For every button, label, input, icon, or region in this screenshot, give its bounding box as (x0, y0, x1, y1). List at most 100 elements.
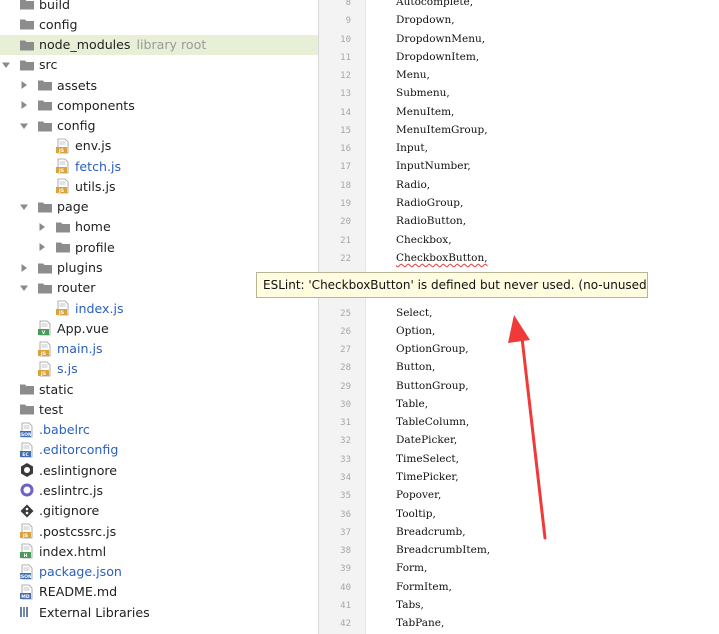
tree-item-s-js[interactable]: JS s.js (0, 359, 318, 379)
tree-item-eslintrc-js[interactable]: .eslintrc.js (0, 480, 318, 500)
code-line[interactable]: Select, (396, 307, 432, 319)
tree-item-src[interactable]: src (0, 55, 318, 75)
folder-icon (37, 97, 53, 113)
tree-item-label: main.js (57, 341, 103, 357)
code-line[interactable]: FormItem, (396, 581, 452, 593)
tree-item-label: src (39, 57, 58, 73)
code-line[interactable]: OptionGroup, (396, 343, 469, 355)
js-file-icon: JS (55, 138, 71, 154)
code-line[interactable]: Checkbox, (396, 234, 452, 246)
tree-item-readme-md[interactable]: MD README.md (0, 582, 318, 602)
tree-item-main-js[interactable]: JS main.js (0, 339, 318, 359)
code-line[interactable]: Tooltip, (396, 508, 436, 520)
tree-item-components[interactable]: components (0, 95, 318, 115)
tree-item-static[interactable]: static (0, 379, 318, 399)
line-number: 9 (345, 16, 351, 27)
code-line[interactable]: Button, (396, 361, 435, 373)
line-number: 19 (340, 198, 351, 209)
tree-item-index-js[interactable]: JS index.js (0, 298, 318, 318)
tree-item-app-vue[interactable]: V App.vue (0, 318, 318, 338)
collapse-arrow-icon[interactable] (19, 202, 29, 212)
code-line[interactable]: Tabs, (396, 599, 424, 611)
code-line[interactable]: TableColumn, (396, 416, 469, 428)
code-line[interactable]: MenuItemGroup, (396, 124, 488, 136)
tree-item-label: config (39, 16, 78, 32)
line-number: 22 (340, 253, 351, 264)
code-line[interactable]: Input, (396, 142, 428, 154)
code-line[interactable]: Table, (396, 398, 428, 410)
code-line[interactable]: Form, (396, 562, 427, 574)
code-line[interactable]: Submenu, (396, 87, 450, 99)
code-line[interactable]: DropdownMenu, (396, 33, 485, 45)
code-line[interactable]: TimeSelect, (396, 453, 459, 465)
svg-text:JS: JS (40, 351, 46, 357)
tree-item-page[interactable]: page (0, 197, 318, 217)
tree-item-config[interactable]: config (0, 116, 318, 136)
collapse-arrow-icon[interactable] (1, 60, 11, 70)
arrow-spacer (37, 303, 47, 313)
code-line[interactable]: TabPane, (396, 617, 444, 629)
arrow-spacer (1, 485, 11, 495)
tree-item-eslintignore[interactable]: .eslintignore (0, 460, 318, 480)
code-line[interactable]: BreadcrumbItem, (396, 544, 490, 556)
code-line[interactable]: Option, (396, 325, 435, 337)
collapse-arrow-icon[interactable] (19, 121, 29, 131)
arrow-spacer (1, 587, 11, 597)
code-line[interactable]: Breadcrumb, (396, 526, 466, 538)
tree-item-babelrc[interactable]: JSON .babelrc (0, 420, 318, 440)
line-number: 36 (340, 509, 351, 520)
tree-item-test[interactable]: test (0, 399, 318, 419)
tree-item-fetch-js[interactable]: JS fetch.js (0, 156, 318, 176)
tree-item-external-libraries[interactable]: External Libraries (0, 602, 318, 622)
code-line[interactable]: DropdownItem, (396, 51, 479, 63)
expand-arrow-icon[interactable] (19, 100, 29, 110)
code-line[interactable]: Radio, (396, 179, 430, 191)
code-line[interactable]: ButtonGroup, (396, 380, 469, 392)
line-number: 34 (340, 473, 351, 484)
code-line[interactable]: Dropdown, (396, 14, 455, 26)
tree-item-gitignore[interactable]: .gitignore (0, 501, 318, 521)
tree-item-node-modules[interactable]: node_modules library root (0, 34, 318, 55)
code-line[interactable]: Autocomplete, (396, 0, 473, 8)
code-line[interactable]: RadioGroup, (396, 197, 463, 209)
arrow-spacer (1, 526, 11, 536)
arrow-spacer (1, 0, 11, 9)
code-line[interactable]: Menu, (396, 69, 430, 81)
tree-item-assets[interactable]: assets (0, 75, 318, 95)
code-line[interactable]: TimePicker, (396, 471, 459, 483)
tree-item-utils-js[interactable]: JS utils.js (0, 176, 318, 196)
tree-item-config[interactable]: config (0, 14, 318, 34)
line-number: 8 (345, 0, 351, 8)
tree-item-postcssrc-js[interactable]: JS .postcssrc.js (0, 521, 318, 541)
arrow-spacer (1, 546, 11, 556)
tree-item-label: node_modules (39, 37, 131, 53)
tree-item-editorconfig[interactable]: EC .editorconfig (0, 440, 318, 460)
tree-item-home[interactable]: home (0, 217, 318, 237)
tree-item-label: .eslintignore (39, 462, 118, 478)
code-line[interactable]: Popover, (396, 489, 441, 501)
code-line[interactable]: RadioButton, (396, 215, 466, 227)
svg-text:MD: MD (21, 594, 30, 600)
tree-item-package-json[interactable]: JSON package.json (0, 562, 318, 582)
folder-icon (19, 37, 35, 53)
line-number: 41 (340, 600, 351, 611)
collapse-arrow-icon[interactable] (19, 283, 29, 293)
code-line[interactable]: MenuItem, (396, 106, 454, 118)
tree-item-env-js[interactable]: JS env.js (0, 136, 318, 156)
line-number: 32 (340, 436, 351, 447)
tree-item-index-html[interactable]: Hindex.html (0, 541, 318, 561)
expand-arrow-icon[interactable] (19, 80, 29, 90)
expand-arrow-icon[interactable] (19, 263, 29, 273)
svg-text:JS: JS (40, 371, 46, 377)
arrow-spacer (37, 181, 47, 191)
code-editor[interactable]: 8 9 10 11 12 13 14 15 16 17 18 19 20 21 22 25 26 27 28 29 30… (319, 0, 719, 634)
arrow-spacer (1, 607, 11, 617)
tree-item-label: assets (57, 77, 98, 93)
code-line[interactable]: DatePicker, (396, 434, 457, 446)
tree-item-profile[interactable]: profile (0, 237, 318, 257)
code-line-warning[interactable]: CheckboxButton, (396, 252, 488, 264)
expand-arrow-icon[interactable] (37, 222, 47, 232)
code-line[interactable]: InputNumber, (396, 160, 471, 172)
expand-arrow-icon[interactable] (37, 242, 47, 252)
tree-item-build[interactable]: build (0, 0, 318, 14)
